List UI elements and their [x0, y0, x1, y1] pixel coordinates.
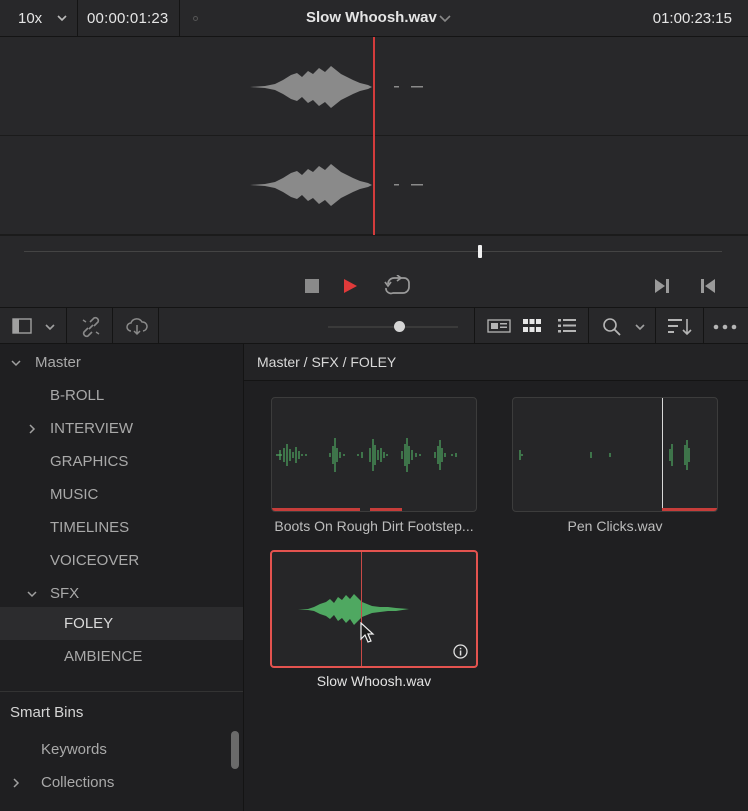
search-icon[interactable]: [602, 317, 622, 337]
chevron-down-icon[interactable]: [26, 588, 38, 600]
bin-label: MUSIC: [50, 486, 99, 503]
viewer-playhead[interactable]: [373, 37, 375, 235]
smart-bins-title[interactable]: Smart Bins: [10, 704, 83, 721]
zoom-value: 10x: [18, 10, 43, 27]
clip-name[interactable]: Slow Whoosh.wav: [270, 673, 478, 689]
clip-thumbnail-slow-whoosh[interactable]: [270, 550, 478, 668]
search-options-chevron-icon[interactable]: [634, 321, 646, 333]
bin-label: SFX: [50, 585, 80, 602]
bin-voiceover[interactable]: VOICEOVER: [0, 544, 243, 577]
previous-clip-icon[interactable]: [700, 278, 716, 294]
stop-icon[interactable]: [304, 278, 320, 294]
clip-title[interactable]: Slow Whoosh.wav: [306, 9, 437, 26]
bin-graphics[interactable]: GRAPHICS: [0, 445, 243, 478]
scrubber-track[interactable]: [24, 251, 722, 252]
clip-thumbnail-pen-clicks[interactable]: [512, 397, 718, 512]
clip-menu-chevron-icon[interactable]: [438, 12, 452, 24]
bin-label: INTERVIEW: [50, 420, 134, 437]
chevron-down-icon[interactable]: [10, 357, 22, 369]
grid-view-icon[interactable]: [523, 318, 541, 334]
bin-label: VOICEOVER: [50, 552, 140, 569]
cloud-icon[interactable]: [125, 316, 149, 336]
chevron-right-icon[interactable]: [26, 423, 38, 435]
toolbar-divider: [112, 308, 113, 345]
media-pool-toolbar: [0, 307, 748, 345]
bin-ambience[interactable]: AMBIENCE: [0, 640, 243, 673]
clip-thumbnail-boots[interactable]: [271, 397, 477, 512]
zoom-dropdown[interactable]: 10x: [0, 0, 78, 37]
used-range-bar: [272, 508, 360, 511]
bin-label: Master: [35, 354, 81, 371]
clip-playhead: [662, 398, 663, 511]
used-range-bar: [662, 508, 717, 511]
media-pool-content: Master / SFX / FOLEY Boots On Rough Dirt…: [244, 344, 748, 811]
bin-label: AMBIENCE: [64, 648, 143, 665]
bin-music[interactable]: MUSIC: [0, 478, 243, 511]
clip-name[interactable]: Pen Clicks.wav: [512, 518, 718, 534]
sidebar-toggle-icon[interactable]: [12, 318, 32, 334]
sort-icon[interactable]: [667, 317, 693, 337]
waveform-thumbnail: [519, 440, 690, 470]
chevron-right-icon[interactable]: [10, 777, 22, 789]
breadcrumb: Master / SFX / FOLEY: [244, 344, 748, 381]
next-clip-icon[interactable]: [654, 278, 670, 294]
viewer-header: 10x 00:00:01:23 Slow Whoosh.wav 01:00:23…: [0, 0, 748, 37]
mouse-cursor-icon: [360, 622, 375, 643]
divider: [0, 691, 243, 692]
info-icon[interactable]: [453, 644, 468, 659]
bin-label: TIMELINES: [50, 519, 130, 536]
smart-bin-collections[interactable]: Collections: [0, 766, 243, 799]
bin-sfx[interactable]: SFX: [0, 577, 243, 610]
used-range-bar: [370, 508, 402, 511]
unlink-icon[interactable]: [80, 316, 102, 338]
toolbar-divider: [703, 308, 704, 345]
bin-label: Collections: [41, 774, 115, 791]
bin-master[interactable]: Master: [0, 346, 243, 379]
audio-viewer[interactable]: [0, 37, 748, 235]
list-view-icon[interactable]: [558, 318, 576, 334]
thumbnail-size-knob[interactable]: [394, 321, 405, 332]
play-icon[interactable]: [342, 278, 358, 294]
sidebar-scrollbar[interactable]: [231, 731, 239, 769]
chevron-down-icon[interactable]: [44, 321, 56, 333]
transport-bar: [0, 235, 748, 307]
timeline-timecode: 01:00:23:15: [652, 10, 732, 27]
smart-bin-keywords[interactable]: Keywords: [0, 733, 243, 766]
toolbar-divider: [588, 308, 589, 345]
toolbar-divider: [655, 308, 656, 345]
scrubber-handle[interactable]: [478, 245, 482, 258]
toolbar-divider: [66, 308, 67, 345]
loop-icon[interactable]: [383, 275, 411, 297]
bin-label: FOLEY: [64, 615, 114, 632]
source-timecode: 00:00:01:23: [78, 0, 180, 37]
bin-list-sidebar: Master B-ROLL INTERVIEW GRAPHICS MUSIC T…: [0, 344, 244, 811]
bin-label: Keywords: [41, 741, 107, 758]
bin-timelines[interactable]: TIMELINES: [0, 511, 243, 544]
status-dot-icon: [193, 16, 198, 21]
bin-label: GRAPHICS: [50, 453, 129, 470]
bin-foley[interactable]: FOLEY: [0, 607, 243, 640]
toolbar-divider: [158, 308, 159, 345]
chevron-down-icon: [57, 15, 67, 22]
breadcrumb-path: Master / SFX / FOLEY: [257, 354, 397, 370]
bin-interview[interactable]: INTERVIEW: [0, 412, 243, 445]
clip-name[interactable]: Boots On Rough Dirt Footstep...: [274, 518, 474, 534]
thumbnail-size-slider[interactable]: [328, 326, 458, 328]
bin-b-roll[interactable]: B-ROLL: [0, 379, 243, 412]
metadata-view-icon[interactable]: [487, 319, 511, 333]
waveform-thumbnail: [298, 594, 409, 625]
bin-label: B-ROLL: [50, 387, 105, 404]
clip-playhead: [361, 552, 362, 666]
toolbar-divider: [474, 308, 475, 345]
more-icon[interactable]: [713, 324, 737, 330]
waveform-thumbnail: [276, 438, 457, 472]
